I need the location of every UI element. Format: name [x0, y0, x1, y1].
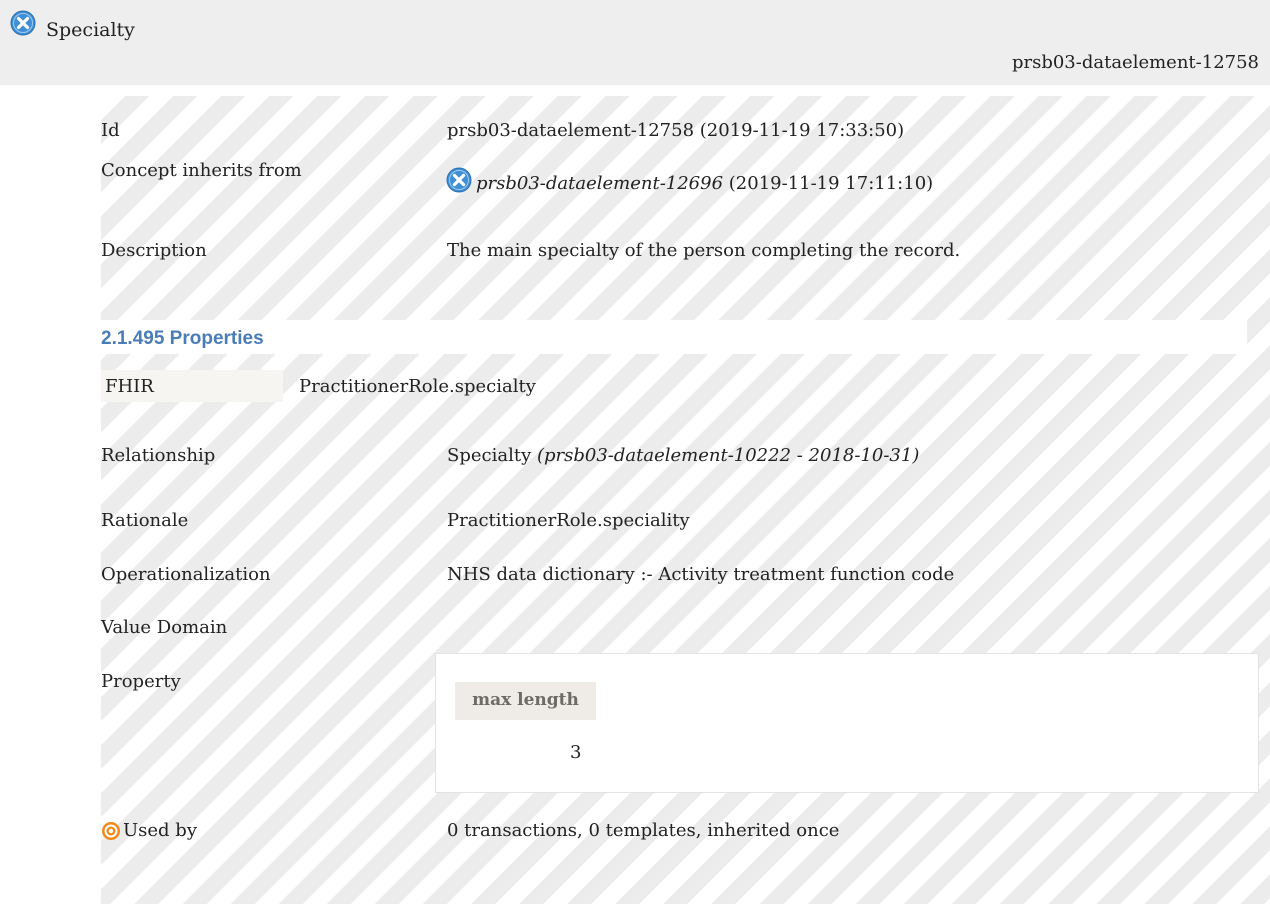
target-icon — [102, 822, 120, 840]
rationale-label: Rationale — [101, 510, 189, 531]
inherits-value: prsb03-dataelement-12696 (2019-11-19 17:… — [446, 167, 934, 194]
max-length-header: max length — [472, 690, 579, 710]
operationalization-value: NHS data dictionary :- Activity treatmen… — [447, 564, 955, 585]
relationship-name: Specialty — [447, 445, 532, 466]
concept-details: Id prsb03-dataelement-12758 (2019-11-19 … — [101, 96, 1270, 904]
fhir-label: FHIR — [105, 376, 154, 397]
property-table: max length 3 — [435, 653, 1259, 793]
property-column-header: max length — [455, 682, 596, 720]
value-domain-label: Value Domain — [101, 617, 228, 638]
page-header: Specialty prsb03-dataelement-12758 — [0, 0, 1270, 85]
description-label: Description — [101, 240, 207, 261]
operationalization-label: Operationalization — [101, 564, 271, 585]
used-by-value: 0 transactions, 0 templates, inherited o… — [447, 820, 840, 841]
inherits-date: (2019-11-19 17:11:10) — [728, 173, 934, 194]
max-length-value: 3 — [570, 742, 582, 763]
relationship-label: Relationship — [101, 445, 216, 466]
properties-heading: 2.1.495 Properties — [101, 328, 264, 349]
relationship-value: Specialty (prsb03-dataelement-10222 - 20… — [447, 445, 919, 466]
id-label: Id — [101, 120, 120, 141]
page-reference-id: prsb03-dataelement-12758 — [1011, 52, 1259, 73]
close-circle-icon[interactable] — [10, 10, 36, 36]
inherits-link[interactable]: prsb03-dataelement-12696 — [476, 173, 723, 194]
relationship-ref[interactable]: (prsb03-dataelement-10222 - 2018-10-31) — [537, 445, 919, 466]
used-by-label-group[interactable]: Used by — [101, 820, 197, 841]
id-value: prsb03-dataelement-12758 (2019-11-19 17:… — [447, 120, 905, 141]
page-title: Specialty — [46, 19, 135, 41]
fhir-label-box: FHIR — [101, 370, 283, 402]
rationale-value: PractitionerRole.speciality — [447, 510, 690, 531]
description-value: The main specialty of the person complet… — [447, 240, 961, 261]
inherits-label: Concept inherits from — [101, 160, 302, 181]
properties-heading-bar: 2.1.495 Properties — [101, 320, 1247, 354]
used-by-label: Used by — [123, 820, 197, 841]
property-label: Property — [101, 671, 181, 692]
fhir-value: PractitionerRole.specialty — [299, 376, 536, 397]
close-circle-icon[interactable] — [446, 167, 472, 193]
